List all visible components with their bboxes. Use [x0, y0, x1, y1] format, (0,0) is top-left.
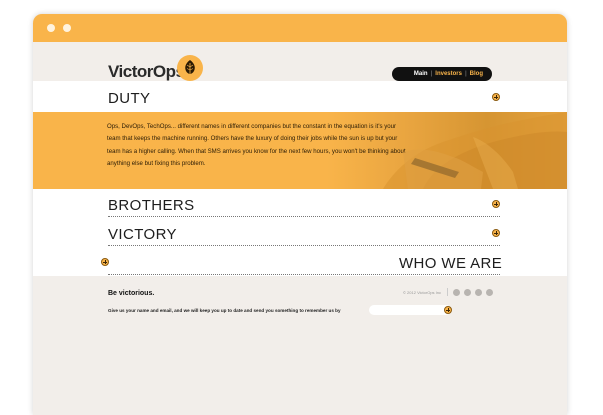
leaf-logo-icon[interactable]: [177, 55, 203, 81]
browser-window: VictorOps Main | Investors | Blog DUTY O…: [33, 14, 567, 415]
section-duty-header[interactable]: DUTY: [33, 81, 567, 112]
google-plus-icon[interactable]: [464, 289, 471, 296]
nav-investors-link[interactable]: Investors: [432, 71, 465, 77]
linkedin-icon[interactable]: [453, 289, 460, 296]
footer-tagline: Be victorious.: [108, 290, 155, 297]
section-divider: [108, 216, 500, 217]
expand-plus-icon[interactable]: [492, 93, 500, 101]
logo-wordmark[interactable]: VictorOps: [108, 62, 185, 82]
section-victory-title[interactable]: VICTORY: [108, 226, 177, 243]
footer-divider: [447, 288, 448, 296]
section-brothers-title[interactable]: BROTHERS: [108, 197, 195, 214]
window-titlebar: [33, 14, 567, 42]
signup-label: Give us your name and email, and we will…: [108, 308, 341, 313]
top-navigation: Main | Investors | Blog: [392, 67, 492, 81]
signup-input[interactable]: [369, 305, 451, 315]
section-divider: [108, 274, 500, 275]
window-control-dot[interactable]: [63, 24, 71, 32]
expand-plus-icon[interactable]: [101, 258, 109, 266]
duty-description: Ops, DevOps, TechOps... different names …: [107, 123, 406, 167]
submit-plus-icon[interactable]: [444, 306, 452, 314]
expand-plus-icon[interactable]: [492, 200, 500, 208]
hand-phone-image: [383, 112, 567, 189]
facebook-icon[interactable]: [475, 289, 482, 296]
section-divider: [108, 245, 500, 246]
footer-copyright: © 2012 VictorOps Inc: [403, 290, 442, 295]
email-icon[interactable]: [486, 289, 493, 296]
duty-banner: Ops, DevOps, TechOps... different names …: [33, 112, 567, 189]
section-duty-title: DUTY: [108, 90, 151, 107]
sections-list: BROTHERS VICTORY WHO WE ARE: [33, 189, 567, 276]
nav-main-link[interactable]: Main: [411, 71, 431, 77]
expand-plus-icon[interactable]: [492, 229, 500, 237]
window-control-dot[interactable]: [47, 24, 55, 32]
nav-blog-link[interactable]: Blog: [467, 71, 486, 77]
section-who-we-are-title[interactable]: WHO WE ARE: [399, 255, 502, 272]
